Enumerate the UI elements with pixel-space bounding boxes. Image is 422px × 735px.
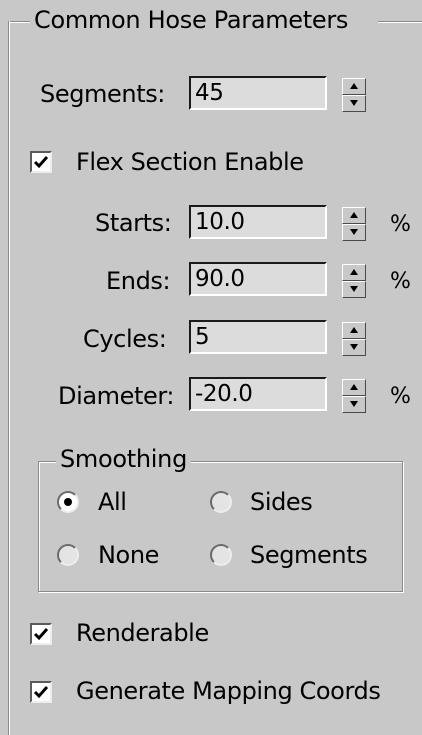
cycles-field[interactable]: 5	[189, 320, 327, 354]
spinner-down-icon[interactable]	[342, 95, 366, 112]
starts-spinner[interactable]	[342, 205, 366, 243]
ends-unit: %	[390, 269, 411, 294]
spinner-up-icon[interactable]	[342, 322, 366, 339]
spinner-up-icon[interactable]	[342, 264, 366, 281]
segments-field[interactable]: 45	[189, 76, 327, 110]
smoothing-sides-label[interactable]: Sides	[250, 486, 313, 518]
starts-unit: %	[390, 212, 411, 237]
ends-spinner[interactable]	[342, 262, 366, 300]
diameter-unit: %	[390, 384, 411, 409]
smoothing-segments-label[interactable]: Segments	[250, 539, 368, 571]
spinner-down-icon[interactable]	[342, 224, 366, 241]
mapping-coords-label: Generate Mapping Coords	[76, 677, 381, 705]
group-frame-left	[8, 21, 9, 735]
diameter-spinner[interactable]	[342, 377, 366, 415]
checkmark-icon	[33, 628, 49, 641]
smoothing-none-label[interactable]: None	[98, 539, 159, 571]
spinner-up-icon[interactable]	[342, 207, 366, 224]
diameter-label: Diameter:	[58, 382, 175, 410]
ends-field[interactable]: 90.0	[189, 262, 327, 296]
cycles-label: Cycles:	[83, 325, 167, 353]
spinner-up-icon[interactable]	[342, 379, 366, 396]
mapping-coords-checkbox[interactable]	[30, 681, 52, 703]
spinner-down-icon[interactable]	[342, 281, 366, 298]
group-title: Common Hose Parameters	[30, 4, 353, 36]
smoothing-sides-radio[interactable]	[210, 491, 232, 513]
spinner-down-icon[interactable]	[342, 396, 366, 413]
hose-parameters-panel: Common Hose Parameters Segments: 45 Flex…	[0, 0, 422, 735]
flex-section-checkbox[interactable]	[30, 151, 52, 173]
group-frame-top-right	[378, 21, 422, 22]
smoothing-none-radio[interactable]	[57, 544, 79, 566]
checkmark-icon	[33, 156, 49, 169]
smoothing-group	[38, 461, 403, 592]
segments-spinner[interactable]	[342, 76, 366, 114]
smoothing-all-label[interactable]: All	[98, 486, 127, 518]
segments-label: Segments:	[40, 80, 165, 108]
ends-label: Ends:	[106, 267, 171, 295]
radio-dot-icon	[64, 498, 72, 506]
flex-section-label: Flex Section Enable	[76, 148, 304, 176]
starts-field[interactable]: 10.0	[189, 205, 327, 239]
renderable-checkbox[interactable]	[30, 623, 52, 645]
smoothing-title: Smoothing	[56, 443, 192, 475]
diameter-field[interactable]: -20.0	[189, 377, 327, 411]
renderable-label: Renderable	[76, 619, 209, 647]
smoothing-all-radio[interactable]	[57, 491, 79, 513]
spinner-up-icon[interactable]	[342, 78, 366, 95]
smoothing-segments-radio[interactable]	[210, 544, 232, 566]
cycles-spinner[interactable]	[342, 320, 366, 358]
starts-label: Starts:	[95, 209, 172, 237]
checkmark-icon	[33, 686, 49, 699]
spinner-down-icon[interactable]	[342, 339, 366, 356]
